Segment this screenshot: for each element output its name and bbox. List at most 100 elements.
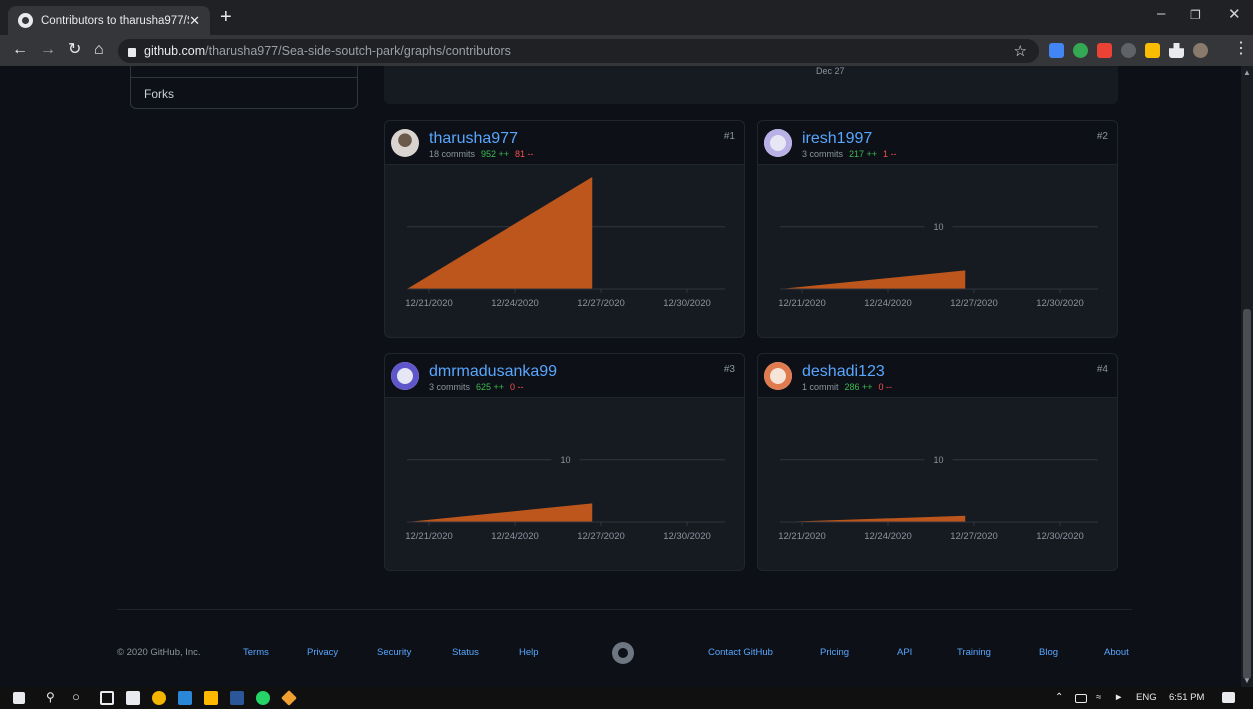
contributor-card-3: dmrmadusanka99 3 commits 625 ++ 0 -- #3 10 12/… <box>384 353 745 571</box>
commits-link[interactable]: 1 commit <box>802 382 839 392</box>
calendar-extension-icon[interactable] <box>1097 43 1112 58</box>
contributor-rank: #1 <box>723 131 735 142</box>
contributor-area-chart: 10 12/21/2020 12/24/2020 12/27/2020 12/30/20… <box>778 453 1098 542</box>
contribution-area[interactable] <box>407 177 593 289</box>
x-tick-label: 12/27/2020 <box>950 531 998 542</box>
tab-close-icon[interactable]: ✕ <box>189 13 200 29</box>
footer-link-privacy[interactable]: Privacy <box>307 647 338 658</box>
extensions-puzzle-icon[interactable] <box>1169 43 1184 58</box>
scroll-thumb[interactable] <box>1243 309 1251 679</box>
notifications-icon[interactable] <box>1222 692 1235 703</box>
contributor-stats: 3 commits 625 ++ 0 -- <box>429 382 524 392</box>
contributor-username[interactable]: dmrmadusanka99 <box>429 363 557 381</box>
scroll-down-icon[interactable]: ▼ <box>1243 676 1251 685</box>
footer-link-terms[interactable]: Terms <box>243 647 269 658</box>
reload-icon[interactable]: ↻ <box>68 41 81 59</box>
footer-link-blog[interactable]: Blog <box>1039 647 1058 658</box>
contribution-area[interactable] <box>407 503 593 522</box>
bookmark-star-icon[interactable]: ☆ <box>1014 42 1027 60</box>
chrome-taskbar-icon[interactable] <box>152 691 166 705</box>
contribution-area[interactable] <box>780 270 966 289</box>
chrome-menu-icon[interactable]: ⋮ <box>1233 40 1249 58</box>
contributor-username[interactable]: tharusha977 <box>429 130 518 148</box>
forward-icon[interactable]: → <box>40 41 56 59</box>
contributor-area-chart: 12/21/2020 12/24/2020 12/27/2020 12/30/2020 <box>405 177 725 309</box>
cortana-icon[interactable]: ○ <box>72 689 80 704</box>
tray-chevron-icon[interactable]: ⌃ <box>1055 692 1063 703</box>
clock[interactable]: 6:51 PM <box>1169 692 1204 703</box>
x-tick-label: 12/27/2020 <box>577 531 625 542</box>
footer-link-pricing[interactable]: Pricing <box>820 647 849 658</box>
git-icon[interactable] <box>281 690 297 706</box>
x-tick-label: 12/21/2020 <box>405 298 453 309</box>
footer-link-about[interactable]: About <box>1104 647 1129 658</box>
contribution-area[interactable] <box>780 515 966 522</box>
footer-link-help[interactable]: Help <box>519 647 539 658</box>
mail-icon[interactable] <box>178 691 192 705</box>
page-scrollbar[interactable]: ▲ ▼ <box>1241 66 1253 687</box>
translate-extension-icon[interactable] <box>1049 43 1064 58</box>
avatar[interactable] <box>764 129 792 157</box>
language-indicator[interactable]: ENG <box>1136 692 1157 703</box>
contributor-card-2: iresh1997 3 commits 217 ++ 1 -- #2 10 12/21/20… <box>757 120 1118 338</box>
additions-count: 217 ++ <box>849 149 878 159</box>
avatar[interactable] <box>764 362 792 390</box>
home-icon[interactable]: ⌂ <box>94 41 104 59</box>
additions-count: 286 ++ <box>844 382 873 392</box>
url-path: /tharusha977/Sea-side-soutch-park/graphs… <box>205 44 511 58</box>
grey-extension-icon[interactable] <box>1121 43 1136 58</box>
contributor-rank: #3 <box>723 364 735 375</box>
back-icon[interactable]: ← <box>12 41 28 59</box>
avatar[interactable] <box>391 129 419 157</box>
github-page: Forks Dec 27 tharusha977 18 commits 952 ++… <box>0 66 1241 687</box>
footer-divider <box>117 609 1132 610</box>
contributor-stats: 3 commits 217 ++ 1 -- <box>802 149 897 159</box>
lock-icon <box>128 47 136 57</box>
footer-link-security[interactable]: Security <box>377 647 411 658</box>
restore-icon[interactable]: ❐ <box>1190 8 1201 22</box>
contributor-area-chart: 10 12/21/2020 12/24/2020 12/27/2020 12/30/20… <box>778 220 1098 309</box>
contributor-card-4: deshadi123 1 commit 286 ++ 0 -- #4 10 12/21/20… <box>757 353 1118 571</box>
github-favicon-icon <box>18 13 33 28</box>
new-tab-button[interactable]: + <box>220 6 232 28</box>
address-bar[interactable]: github.com/tharusha977/Sea-side-soutch-p… <box>118 39 1039 63</box>
y-tick-label: 10 <box>933 222 943 232</box>
x-tick-label: 12/30/2020 <box>663 531 711 542</box>
footer-link-status[interactable]: Status <box>452 647 479 658</box>
contributor-card-1: tharusha977 18 commits 952 ++ 81 -- #1 12/21/… <box>384 120 745 338</box>
volume-icon[interactable]: ► <box>1114 692 1123 703</box>
word-icon[interactable] <box>230 691 244 705</box>
footer-link-contact[interactable]: Contact GitHub <box>708 647 773 658</box>
file-explorer-icon[interactable] <box>204 691 218 705</box>
colorful-extension-icon[interactable] <box>1145 43 1160 58</box>
search-icon[interactable]: ⚲ <box>46 690 55 704</box>
footer-link-api[interactable]: API <box>897 647 912 658</box>
minimize-icon[interactable]: – <box>1157 5 1165 22</box>
profile-avatar-icon[interactable] <box>1193 43 1208 58</box>
whatsapp-icon[interactable] <box>256 691 270 705</box>
x-tick-label: 12/24/2020 <box>864 298 912 309</box>
task-view-icon[interactable] <box>100 691 114 705</box>
windows-start-icon[interactable] <box>13 692 25 704</box>
wifi-icon[interactable]: ≈ <box>1096 692 1101 703</box>
github-logo-icon[interactable] <box>612 642 634 664</box>
store-icon[interactable] <box>126 691 140 705</box>
deletions-count: 81 -- <box>515 149 534 159</box>
y-tick-label: 10 <box>933 455 943 465</box>
avatar[interactable] <box>391 362 419 390</box>
green-extension-icon[interactable] <box>1073 43 1088 58</box>
window-close-icon[interactable]: ✕ <box>1228 5 1241 23</box>
commits-link[interactable]: 18 commits <box>429 149 475 159</box>
repo-insights-sidebar: Forks <box>130 66 358 109</box>
commits-link[interactable]: 3 commits <box>429 382 470 392</box>
battery-icon[interactable] <box>1075 694 1087 703</box>
footer-link-training[interactable]: Training <box>957 647 991 658</box>
contributor-username[interactable]: iresh1997 <box>802 130 872 148</box>
browser-tab[interactable]: Contributors to tharusha977/Sea ✕ <box>8 6 210 35</box>
additions-count: 952 ++ <box>481 149 510 159</box>
scroll-up-icon[interactable]: ▲ <box>1243 68 1251 77</box>
commits-link[interactable]: 3 commits <box>802 149 843 159</box>
contributor-username[interactable]: deshadi123 <box>802 363 885 381</box>
sidebar-item-forks[interactable]: Forks <box>144 87 174 101</box>
y-tick-label: 10 <box>560 455 570 465</box>
